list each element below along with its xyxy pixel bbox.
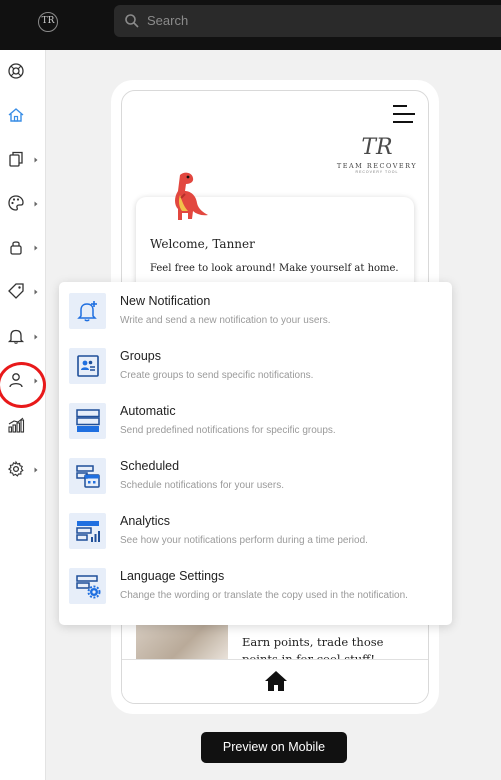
brand-subtitle: RECOVERY TOOL bbox=[355, 170, 399, 174]
menu-item-title: New Notification bbox=[120, 294, 211, 308]
menu-item-description: See how your notifications perform durin… bbox=[120, 535, 368, 546]
tag-icon bbox=[8, 283, 24, 299]
search-icon bbox=[125, 14, 139, 28]
chevron-right-icon bbox=[34, 334, 38, 340]
sidebar-item-security[interactable] bbox=[6, 237, 26, 257]
menu-item-description: Schedule notifications for your users. bbox=[120, 480, 284, 491]
sidebar bbox=[0, 50, 46, 780]
menu-item-description: Write and send a new notification to you… bbox=[120, 315, 331, 326]
menu-item-groups[interactable]: Groups Create groups to send specific no… bbox=[59, 348, 452, 396]
groups-icon bbox=[69, 348, 106, 384]
brand-monogram: TR bbox=[361, 135, 393, 160]
brand-logo: TR TEAM RECOVERY RECOVERY TOOL bbox=[332, 135, 422, 185]
highlight-circle bbox=[0, 362, 46, 408]
notifications-submenu: New Notification Write and send a new no… bbox=[59, 282, 452, 625]
menu-item-title: Language Settings bbox=[120, 569, 225, 583]
sidebar-item-notifications[interactable] bbox=[6, 326, 26, 346]
menu-item-title: Scheduled bbox=[120, 459, 180, 473]
menu-item-description: Send predefined notifications for specif… bbox=[120, 425, 336, 436]
menu-item-scheduled[interactable]: Scheduled Schedule notifications for you… bbox=[59, 458, 452, 506]
bell-icon bbox=[7, 329, 25, 344]
analytics-chart-icon bbox=[69, 513, 106, 549]
bell-plus-icon bbox=[69, 293, 106, 329]
menu-item-title: Automatic bbox=[120, 404, 176, 418]
automatic-icon bbox=[69, 403, 106, 439]
palette-icon bbox=[8, 195, 24, 211]
home-icon bbox=[8, 108, 24, 122]
analytics-icon bbox=[8, 417, 25, 433]
welcome-message: Feel free to look around! Make yourself … bbox=[150, 263, 399, 274]
app-logo[interactable]: TR bbox=[38, 12, 58, 32]
menu-item-title: Groups bbox=[120, 349, 161, 363]
preview-on-mobile-button[interactable]: Preview on Mobile bbox=[201, 732, 347, 763]
hamburger-menu-icon[interactable] bbox=[393, 105, 415, 125]
lock-icon bbox=[10, 241, 22, 255]
mobile-tab-bar bbox=[122, 659, 428, 703]
chevron-right-icon bbox=[34, 467, 38, 473]
language-settings-icon bbox=[69, 568, 106, 604]
sidebar-item-pages[interactable] bbox=[6, 149, 26, 169]
sidebar-item-settings[interactable] bbox=[6, 459, 26, 479]
sidebar-item-tags[interactable] bbox=[6, 281, 26, 301]
menu-item-title: Analytics bbox=[120, 514, 171, 528]
brand-name: TEAM RECOVERY bbox=[336, 162, 418, 170]
menu-item-new-notification[interactable]: New Notification Write and send a new no… bbox=[59, 293, 452, 341]
chevron-right-icon bbox=[34, 201, 38, 207]
sidebar-item-home[interactable] bbox=[6, 105, 26, 125]
lifebuoy-icon bbox=[8, 63, 24, 79]
home-icon[interactable] bbox=[264, 670, 288, 692]
search-placeholder: Search bbox=[147, 13, 189, 28]
sidebar-item-analytics[interactable] bbox=[6, 415, 26, 435]
sidebar-item-support[interactable] bbox=[6, 61, 26, 81]
sidebar-item-theme[interactable] bbox=[6, 193, 26, 213]
top-bar: TR Search bbox=[0, 0, 501, 50]
gear-icon bbox=[7, 460, 24, 477]
menu-item-analytics[interactable]: Analytics See how your notifications per… bbox=[59, 513, 452, 561]
menu-item-description: Create groups to send specific notificat… bbox=[120, 370, 314, 381]
calendar-icon bbox=[69, 458, 106, 494]
welcome-text: Welcome, Tanner bbox=[150, 237, 255, 251]
chevron-right-icon bbox=[34, 289, 38, 295]
menu-item-description: Change the wording or translate the copy… bbox=[120, 590, 408, 601]
menu-item-language-settings[interactable]: Language Settings Change the wording or … bbox=[59, 568, 452, 616]
search-bar[interactable]: Search bbox=[114, 5, 501, 37]
pages-icon bbox=[9, 151, 23, 167]
chevron-right-icon bbox=[34, 157, 38, 163]
menu-item-automatic[interactable]: Automatic Send predefined notifications … bbox=[59, 403, 452, 451]
chevron-right-icon bbox=[34, 245, 38, 251]
dinosaur-mascot-icon bbox=[175, 172, 208, 220]
